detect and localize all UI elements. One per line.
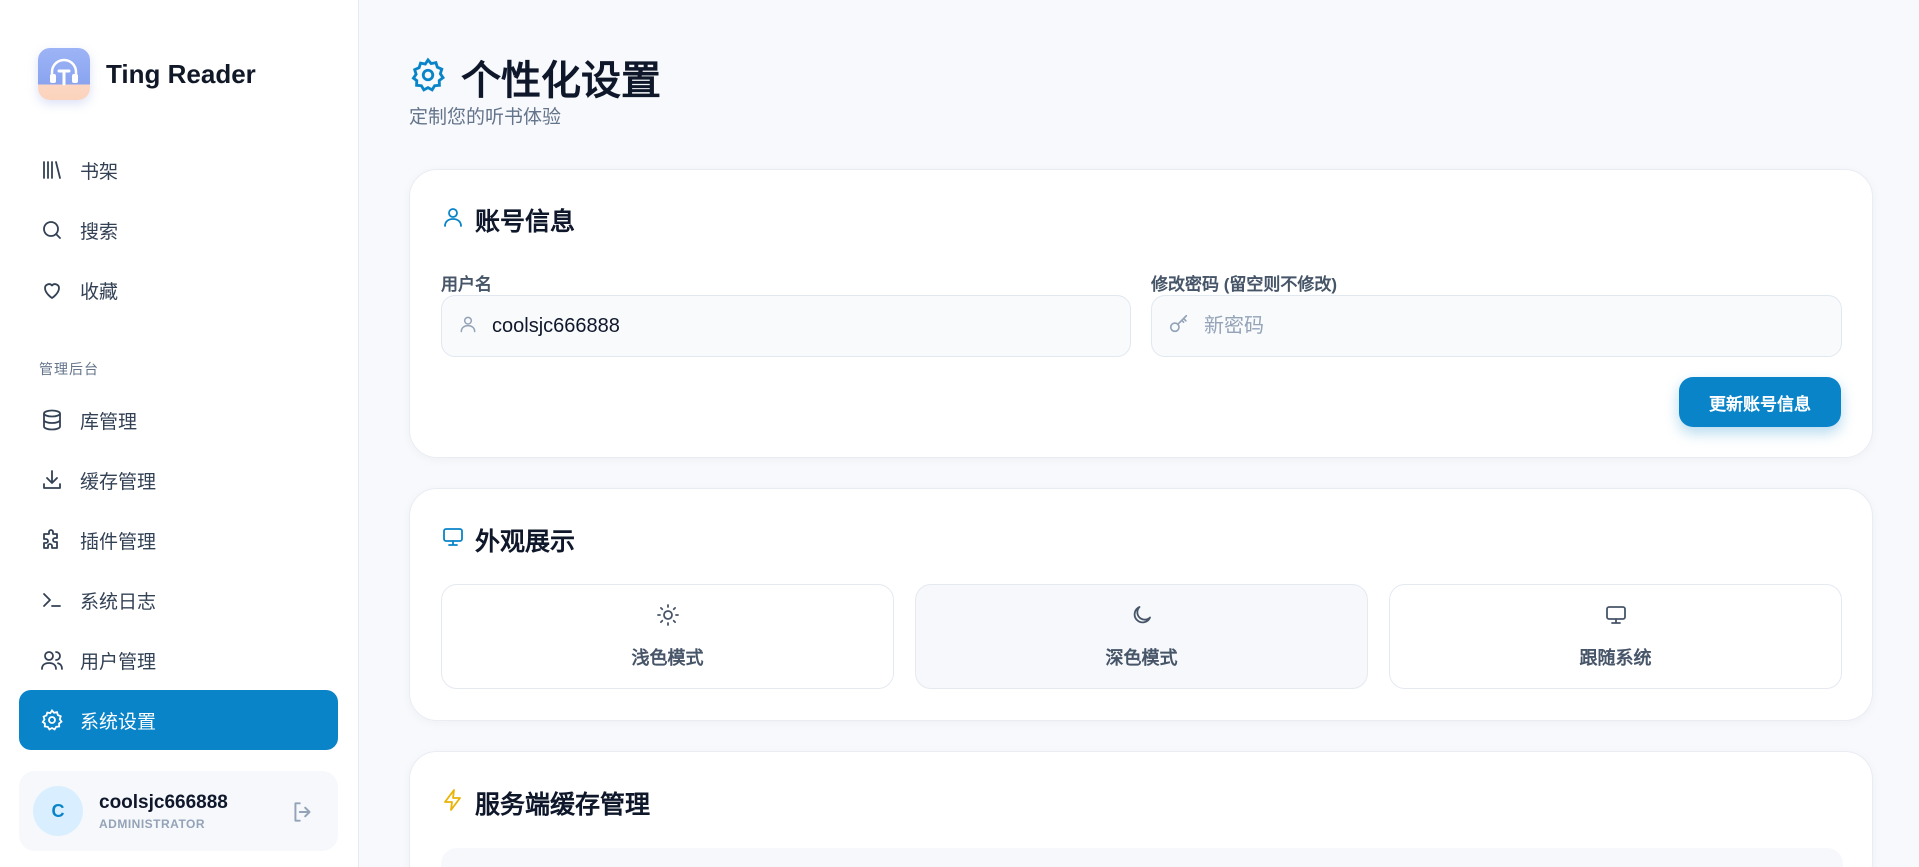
nav-item-label: 插件管理: [80, 531, 157, 553]
update-account-button[interactable]: 更新账号信息: [1679, 377, 1841, 427]
gear-icon: [409, 56, 447, 99]
card-title-label: 服务端缓存管理: [475, 791, 651, 819]
page-header: 个性化设置: [409, 48, 661, 106]
nav-section-label: 管理后台: [39, 361, 99, 377]
username-field[interactable]: [441, 295, 1131, 357]
user-icon: [458, 314, 478, 339]
username-input[interactable]: [492, 314, 1052, 338]
nav-item-system-settings[interactable]: 系统设置: [19, 690, 338, 750]
monitor-icon: [1604, 603, 1628, 632]
nav-item-label: 库管理: [80, 411, 138, 433]
monitor-icon: [441, 525, 465, 556]
user-icon: [441, 205, 465, 236]
card-title-label: 账号信息: [475, 208, 576, 236]
server-cache-card: 服务端缓存管理: [409, 751, 1873, 867]
nav-item-bookshelf[interactable]: 书架: [19, 140, 338, 200]
card-title-label: 外观展示: [475, 528, 576, 556]
nav-item-label: 搜索: [80, 221, 119, 243]
user-role: ADMINISTRATOR: [99, 816, 206, 831]
moon-icon: [1130, 603, 1154, 632]
avatar[interactable]: C: [33, 786, 83, 836]
password-field[interactable]: [1151, 295, 1842, 357]
users-icon: [39, 647, 65, 673]
user-card: C coolsjc666888 ADMINISTRATOR: [19, 771, 338, 851]
library-icon: [39, 157, 65, 183]
download-icon: [39, 467, 65, 493]
page-title: 个性化设置: [461, 59, 661, 103]
terminal-icon: [39, 587, 65, 613]
username-label: 用户名: [441, 275, 492, 294]
search-icon: [39, 217, 65, 243]
gear-icon: [39, 707, 65, 733]
main-nav: 书架 搜索 收藏: [19, 140, 338, 320]
nav-item-label: 收藏: [80, 281, 119, 303]
nav-item-search[interactable]: 搜索: [19, 200, 338, 260]
nav-item-label: 系统日志: [80, 591, 157, 613]
bolt-icon: [441, 788, 465, 819]
theme-option-light[interactable]: 浅色模式: [441, 584, 894, 689]
password-input[interactable]: [1204, 314, 1764, 338]
nav-item-cache-management[interactable]: 缓存管理: [19, 450, 338, 510]
cache-panel: [441, 848, 1843, 867]
user-meta: coolsjc666888 ADMINISTRATOR: [99, 792, 228, 831]
nav-item-plugin-management[interactable]: 插件管理: [19, 510, 338, 570]
user-name: coolsjc666888: [99, 791, 228, 813]
card-title: 服务端缓存管理: [441, 785, 650, 821]
key-icon: [1168, 313, 1190, 340]
theme-option-label: 跟随系统: [1579, 648, 1652, 668]
card-title: 外观展示: [441, 522, 575, 558]
database-icon: [39, 407, 65, 433]
nav-item-user-management[interactable]: 用户管理: [19, 630, 338, 690]
sun-icon: [656, 603, 680, 632]
theme-option-system[interactable]: 跟随系统: [1389, 584, 1842, 689]
nav-item-favorites[interactable]: 收藏: [19, 260, 338, 320]
appearance-card: 外观展示 浅色模式 深色模式 跟随系统: [409, 488, 1873, 721]
theme-option-dark[interactable]: 深色模式: [915, 584, 1368, 689]
password-label: 修改密码 (留空则不修改): [1151, 275, 1338, 294]
nav-item-label: 用户管理: [80, 651, 157, 673]
theme-option-label: 浅色模式: [631, 648, 704, 668]
nav-item-label: 系统设置: [80, 711, 157, 733]
admin-nav: 库管理 缓存管理 插件管理 系统日志 用户管理 系统设置: [19, 390, 338, 750]
nav-item-system-logs[interactable]: 系统日志: [19, 570, 338, 630]
nav-item-label: 书架: [80, 161, 119, 183]
brand-name: Ting Reader: [106, 58, 256, 89]
account-card: 账号信息 用户名 修改密码 (留空则不修改) 更新账号信息: [409, 169, 1873, 458]
card-title: 账号信息: [441, 202, 575, 238]
headphones-logo-icon: [38, 48, 90, 100]
page-subtitle: 定制您的听书体验: [409, 107, 562, 128]
puzzle-icon: [39, 527, 65, 553]
theme-option-label: 深色模式: [1105, 648, 1178, 668]
heart-icon: [39, 277, 65, 303]
sidebar: Ting Reader 书架 搜索 收藏 管理后台 库管理 缓存管理 插件管理 …: [0, 0, 359, 867]
nav-item-label: 缓存管理: [80, 471, 157, 493]
brand[interactable]: Ting Reader: [38, 48, 256, 100]
logout-icon[interactable]: [290, 799, 316, 830]
nav-item-library-management[interactable]: 库管理: [19, 390, 338, 450]
